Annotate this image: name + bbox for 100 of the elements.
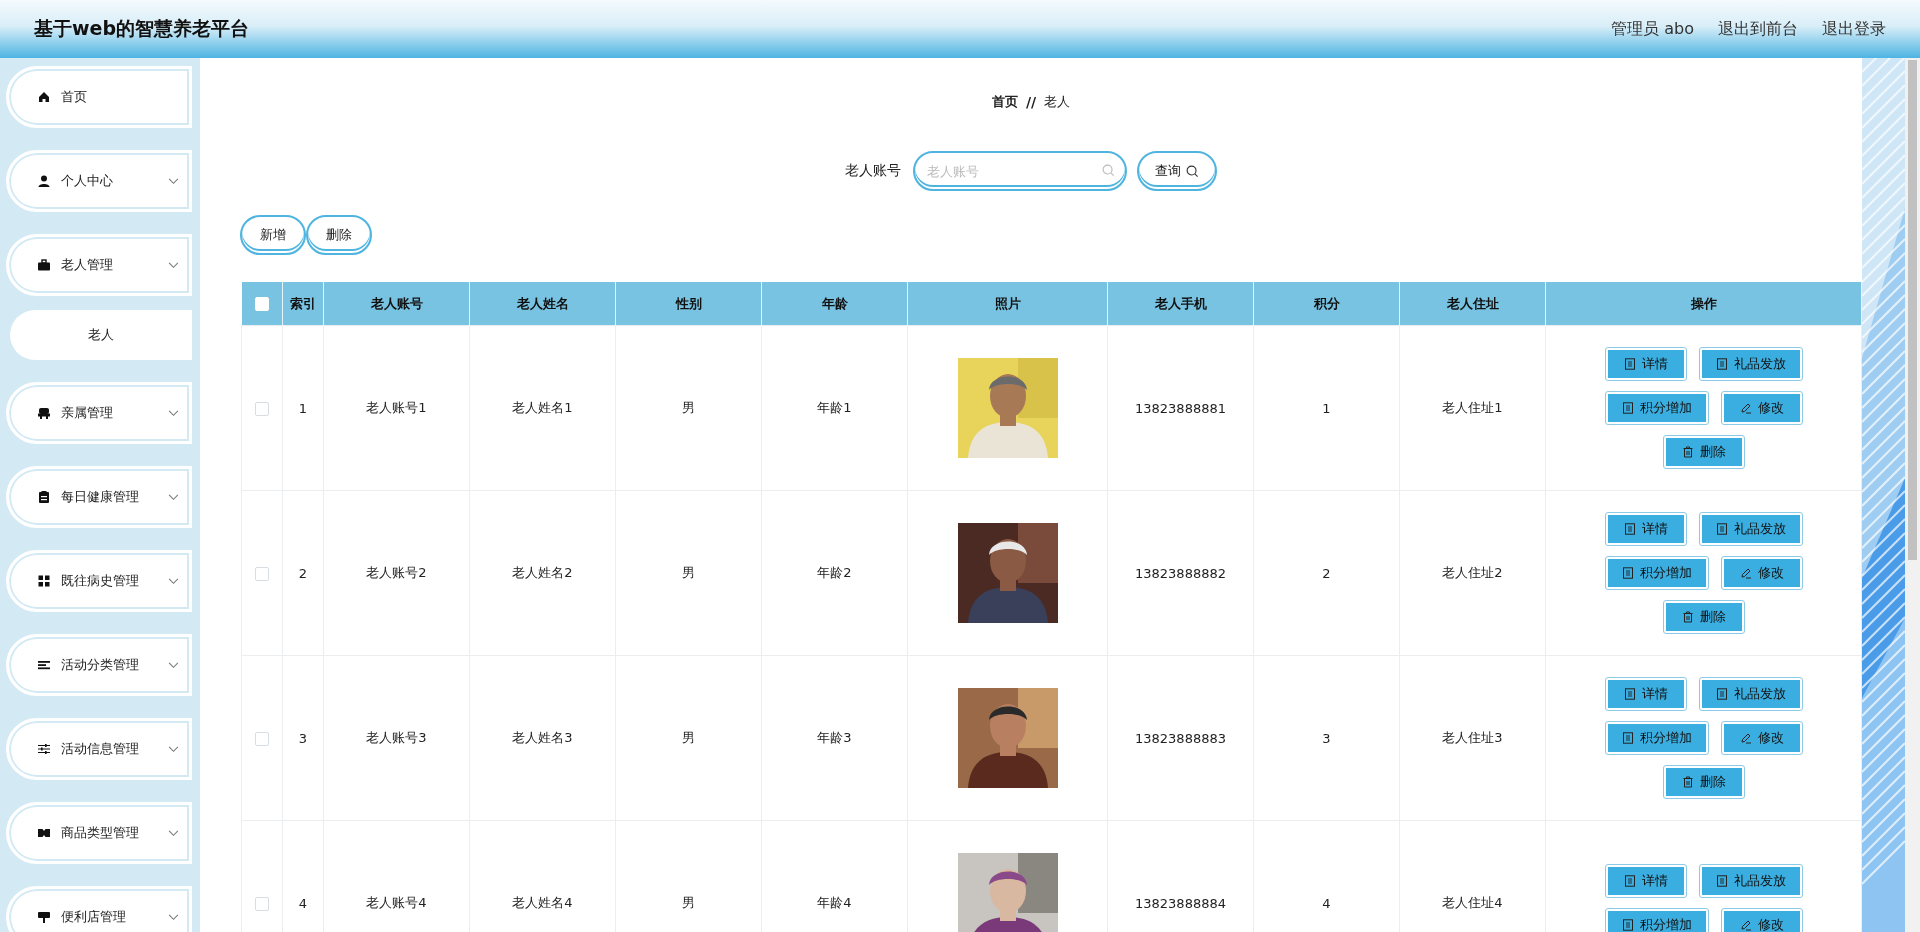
action-button[interactable]: 详情 bbox=[1605, 865, 1686, 897]
table-cell: 老人姓名2 bbox=[512, 564, 573, 582]
table-cell: 男 bbox=[682, 894, 695, 912]
header-link[interactable]: 退出登录 bbox=[1822, 18, 1886, 40]
table-cell: 男 bbox=[682, 729, 695, 747]
table-cell: 年龄4 bbox=[817, 894, 852, 912]
header-link[interactable]: 退出到前台 bbox=[1718, 18, 1798, 40]
document-icon bbox=[1623, 875, 1636, 887]
action-button[interactable]: 礼品发放 bbox=[1699, 678, 1802, 710]
sidebar-item[interactable]: 便利店管理 bbox=[6, 886, 192, 932]
document-icon bbox=[1621, 402, 1634, 414]
table-cell: 老人账号4 bbox=[366, 894, 427, 912]
action-button[interactable]: 积分增加 bbox=[1605, 557, 1708, 589]
chevron-down-icon bbox=[168, 493, 179, 501]
table-cell: 年龄3 bbox=[817, 729, 852, 747]
column-header: 操作 bbox=[1690, 295, 1717, 311]
table-cell: 老人住址2 bbox=[1442, 564, 1503, 582]
sidebar-item[interactable]: 亲属管理 bbox=[6, 382, 192, 444]
toolbar-button[interactable]: 新增 bbox=[240, 215, 306, 255]
search-field[interactable]: 老人账号 bbox=[913, 151, 1127, 191]
chevron-down-icon bbox=[168, 409, 179, 417]
pencil-icon bbox=[1739, 402, 1752, 414]
column-header: 照片 bbox=[994, 295, 1021, 311]
sidebar-item[interactable]: 活动分类管理 bbox=[6, 634, 192, 696]
search-icon bbox=[1102, 164, 1115, 177]
column-header: 老人姓名 bbox=[516, 295, 569, 311]
table-cell: 2 bbox=[298, 565, 308, 581]
column-header: 老人手机 bbox=[1154, 295, 1207, 311]
search-button[interactable]: 查询 bbox=[1137, 151, 1217, 191]
action-button[interactable]: 详情 bbox=[1605, 678, 1686, 710]
table-cell: 1 bbox=[298, 400, 308, 416]
document-icon bbox=[1715, 875, 1728, 887]
menu-icon bbox=[37, 490, 51, 504]
document-icon bbox=[1715, 523, 1728, 535]
table-cell: 年龄2 bbox=[817, 564, 852, 582]
breadcrumb-item[interactable]: 首页 bbox=[991, 93, 1018, 111]
row-checkbox[interactable] bbox=[255, 731, 269, 746]
menu-icon bbox=[37, 742, 51, 756]
action-button[interactable]: 修改 bbox=[1721, 909, 1802, 932]
sidebar-subitem[interactable]: 老人 bbox=[10, 310, 192, 360]
table-cell: 老人住址1 bbox=[1442, 399, 1503, 417]
action-button[interactable]: 删除 bbox=[1663, 766, 1744, 798]
toolbar-button[interactable]: 删除 bbox=[306, 215, 372, 255]
document-icon bbox=[1715, 358, 1728, 370]
action-button[interactable]: 删除 bbox=[1663, 601, 1744, 633]
action-button[interactable]: 礼品发放 bbox=[1699, 513, 1802, 545]
breadcrumb-separator: // bbox=[1025, 94, 1037, 110]
menu-icon bbox=[37, 406, 51, 420]
document-icon bbox=[1623, 688, 1636, 700]
table-cell: 1 bbox=[1322, 400, 1331, 416]
select-all-checkbox[interactable] bbox=[254, 297, 269, 312]
trash-icon bbox=[1681, 611, 1694, 623]
document-icon bbox=[1621, 919, 1634, 931]
table-cell: 13823888884 bbox=[1135, 895, 1226, 911]
column-header: 积分 bbox=[1313, 295, 1340, 311]
action-button[interactable]: 礼品发放 bbox=[1699, 865, 1802, 897]
sidebar-item[interactable]: 活动信息管理 bbox=[6, 718, 192, 780]
action-button[interactable]: 礼品发放 bbox=[1699, 348, 1802, 380]
search-icon bbox=[1186, 164, 1199, 178]
chevron-down-icon bbox=[168, 913, 179, 921]
action-button[interactable]: 积分增加 bbox=[1605, 722, 1708, 754]
action-button[interactable]: 详情 bbox=[1605, 513, 1686, 545]
sidebar-item[interactable]: 每日健康管理 bbox=[6, 466, 192, 528]
menu-icon bbox=[37, 174, 51, 188]
action-button[interactable]: 积分增加 bbox=[1605, 392, 1708, 424]
row-checkbox[interactable] bbox=[255, 566, 269, 581]
action-button[interactable]: 积分增加 bbox=[1605, 909, 1708, 932]
sidebar-item[interactable]: 老人管理 bbox=[6, 234, 192, 296]
header-link[interactable]: 管理员 abo bbox=[1611, 18, 1694, 40]
table-cell: 老人账号2 bbox=[366, 564, 427, 582]
table-cell: 老人账号3 bbox=[366, 729, 427, 747]
action-button[interactable]: 详情 bbox=[1605, 348, 1686, 380]
table-cell: 老人住址3 bbox=[1442, 729, 1503, 747]
chevron-down-icon bbox=[168, 829, 179, 837]
action-button[interactable]: 删除 bbox=[1663, 436, 1744, 468]
table-cell: 老人姓名1 bbox=[512, 399, 573, 417]
document-icon bbox=[1621, 567, 1634, 579]
table-cell: 13823888881 bbox=[1135, 400, 1226, 416]
menu-icon bbox=[37, 574, 51, 588]
table-cell: 年龄1 bbox=[817, 399, 852, 417]
sidebar-item[interactable]: 既往病史管理 bbox=[6, 550, 192, 612]
scrollbar-thumb[interactable] bbox=[1908, 60, 1917, 560]
table-cell: 老人姓名3 bbox=[512, 729, 573, 747]
action-button[interactable]: 修改 bbox=[1721, 392, 1802, 424]
sidebar-item[interactable]: 个人中心 bbox=[6, 150, 192, 212]
row-checkbox[interactable] bbox=[255, 896, 269, 911]
chevron-down-icon bbox=[168, 261, 179, 269]
action-button[interactable]: 修改 bbox=[1721, 557, 1802, 589]
table-cell: 男 bbox=[682, 564, 695, 582]
column-header: 性别 bbox=[675, 295, 702, 311]
column-header: 老人住址 bbox=[1446, 295, 1499, 311]
menu-icon bbox=[37, 658, 51, 672]
search-label: 老人账号 bbox=[845, 162, 901, 180]
sidebar-item[interactable]: 商品类型管理 bbox=[6, 802, 192, 864]
row-checkbox[interactable] bbox=[255, 401, 269, 416]
table-cell: 4 bbox=[298, 895, 308, 911]
table-cell: 2 bbox=[1322, 565, 1331, 581]
table-cell: 13823888883 bbox=[1135, 730, 1226, 746]
action-button[interactable]: 修改 bbox=[1721, 722, 1802, 754]
sidebar-item[interactable]: 首页 bbox=[6, 66, 192, 128]
